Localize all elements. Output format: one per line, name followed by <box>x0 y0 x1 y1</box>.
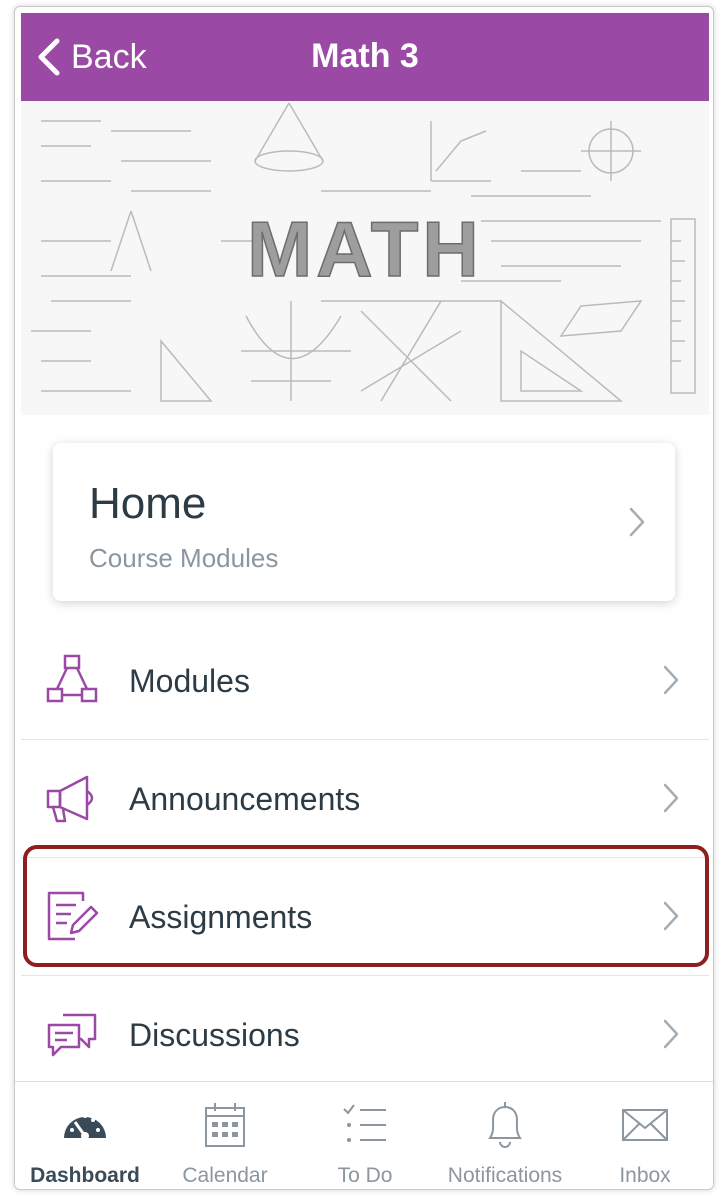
tab-notifications[interactable]: Notifications <box>435 1082 575 1189</box>
tab-todo[interactable]: To Do <box>295 1082 435 1189</box>
tab-label: To Do <box>337 1164 393 1187</box>
menu-item-assignments[interactable]: Assignments <box>21 857 709 973</box>
tab-label: Dashboard <box>30 1164 140 1187</box>
menu-item-announcements[interactable]: Announcements <box>21 739 709 855</box>
banner-math-word: MATH <box>247 205 483 293</box>
chevron-right-icon <box>663 665 679 695</box>
tab-label: Calendar <box>182 1164 268 1187</box>
chevron-right-icon <box>629 507 645 537</box>
app-frame: Back Math 3 MATH Home Course Modules Mod… <box>14 6 714 1190</box>
modules-icon <box>46 654 98 703</box>
tab-inbox[interactable]: Inbox <box>575 1082 713 1189</box>
menu-label: Announcements <box>129 781 361 817</box>
menu-item-modules[interactable]: Modules <box>21 621 709 737</box>
envelope-icon <box>622 1109 668 1141</box>
math-doodle-background: MATH <box>31 102 696 402</box>
tab-label: Inbox <box>619 1164 671 1187</box>
course-title: Math 3 <box>311 37 419 75</box>
home-title: Home <box>89 479 207 528</box>
menu-label: Assignments <box>129 899 313 935</box>
home-subtitle: Course Modules <box>89 543 279 573</box>
chevron-right-icon <box>663 783 679 813</box>
dashboard-icon <box>64 1114 106 1140</box>
assignment-icon <box>47 891 99 941</box>
navigation-bar: Back Math 3 <box>21 13 709 101</box>
menu-label: Discussions <box>129 1017 300 1053</box>
tab-label: Notifications <box>447 1164 563 1187</box>
discussion-icon <box>47 1013 97 1057</box>
calendar-icon <box>205 1103 245 1147</box>
menu-label: Modules <box>129 663 250 699</box>
todo-icon <box>343 1104 386 1142</box>
tab-calendar[interactable]: Calendar <box>155 1082 295 1189</box>
chevron-right-icon <box>663 901 679 931</box>
bell-icon <box>488 1102 522 1148</box>
bottom-tab-bar: Dashboard Calendar To Do Notifications I… <box>15 1081 713 1189</box>
menu-item-discussions[interactable]: Discussions <box>21 975 709 1091</box>
home-course-modules-card[interactable]: Home Course Modules <box>53 443 675 601</box>
megaphone-icon <box>46 775 94 823</box>
course-banner-image: MATH <box>21 101 709 415</box>
tab-dashboard[interactable]: Dashboard <box>15 1082 155 1189</box>
chevron-right-icon <box>663 1019 679 1049</box>
